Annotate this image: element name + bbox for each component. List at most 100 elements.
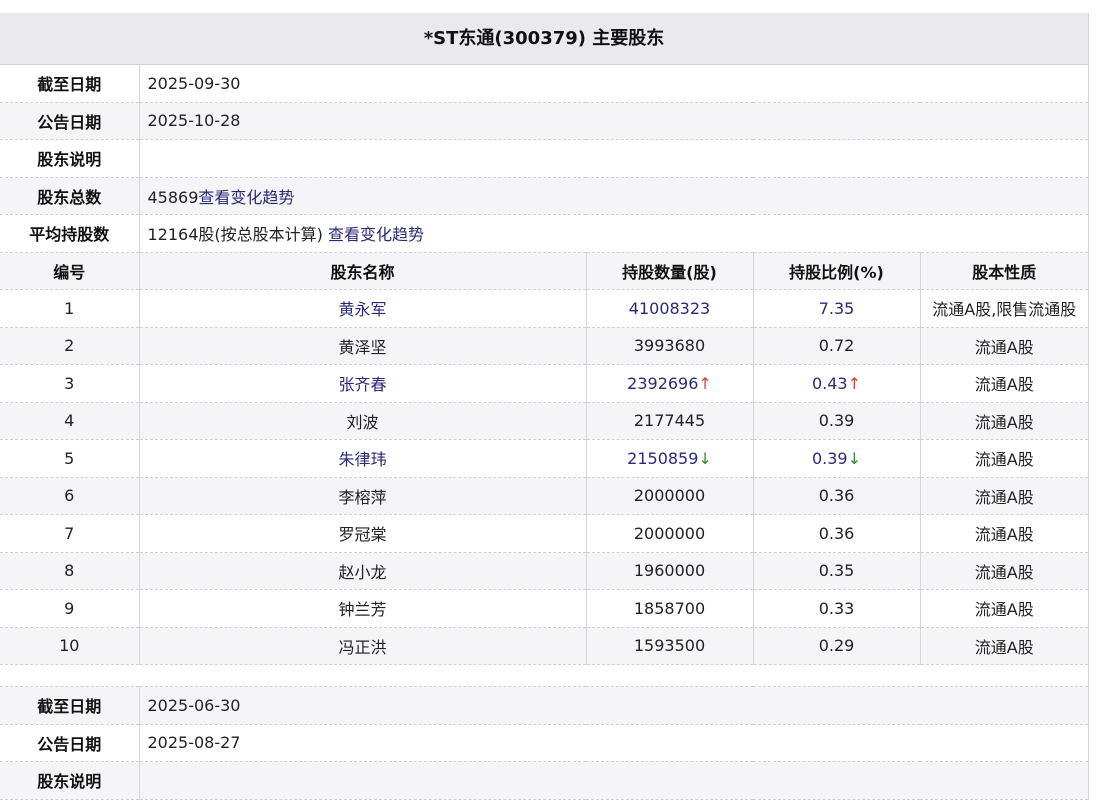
holder-ratio[interactable]: 0.43 [812,374,848,393]
arrow-down-icon: ↓ [698,448,712,468]
holder-type: 流通A股 [974,600,1034,620]
holder-shares: 1960000 [633,561,706,581]
holder-ratio: 0.72 [818,336,855,356]
section-spacer [0,664,1089,687]
arrow-up-icon: ↑ [698,373,712,393]
note-value [139,139,1089,178]
holder-ratio[interactable]: 0.39 [812,449,848,468]
holder-type: 流通A股 [974,487,1034,507]
holder-type: 流通A股 [974,637,1034,657]
header-name: 股东名称 [139,252,587,290]
holder-ratio: 0.35 [818,561,855,581]
end-date-row-2: 截至日期 2025-06-30 [0,686,1089,725]
holder-name: 罗冠棠 [338,525,387,545]
holder-no: 3 [64,373,75,393]
holder-name[interactable]: 张齐春 [338,375,386,394]
total-holders-value: 45869 [147,187,199,207]
holder-shares[interactable]: 2392696 [627,374,698,393]
announce-date-label: 公告日期 [0,724,140,762]
holder-no: 7 [64,523,75,543]
holder-name: 黄泽坚 [338,337,387,357]
end-date-row: 截至日期 2025-09-30 [0,65,1089,103]
holder-ratio: 0.36 [818,523,855,543]
holder-row: 8 赵小龙 1960000 0.35 流通A股 [0,552,1089,590]
end-date-value: 2025-09-30 [139,65,1089,103]
note-label: 股东说明 [0,139,140,178]
total-trend-link[interactable]: 查看变化趋势 [198,188,294,207]
end-date-value: 2025-06-30 [139,686,1089,725]
avg-shares-row: 平均持股数 12164股(按总股本计算) 查看变化趋势 [0,214,1089,253]
announce-date-row: 公告日期 2025-10-28 [0,102,1089,140]
shareholders-table: 截至日期 2025-09-30 公告日期 2025-10-28 股东说明 股东总… [0,65,1089,800]
holder-row: 10 冯正洪 1593500 0.29 流通A股 [0,627,1089,665]
holder-no: 2 [64,336,75,356]
note-row: 股东说明 [0,139,1089,178]
note-label: 股东说明 [0,761,140,800]
holder-ratio: 0.29 [818,636,855,656]
holder-shares: 1593500 [633,636,706,656]
page-title: *ST东通(300379) 主要股东 [0,13,1088,65]
holder-name: 赵小龙 [338,562,387,582]
holder-row: 4 刘波 2177445 0.39 流通A股 [0,402,1089,440]
holder-no: 1 [64,298,75,318]
holder-name: 冯正洪 [338,637,387,657]
holders-header-row: 编号 股东名称 持股数量(股) 持股比例(%) 股本性质 [0,252,1089,290]
holder-row: 5 朱律玮 2150859↓ 0.39↓ 流通A股 [0,439,1089,478]
note-row-2: 股东说明 [0,761,1089,800]
header-shares: 持股数量(股) [586,252,754,290]
holder-no: 5 [64,448,75,468]
holder-row: 7 罗冠棠 2000000 0.36 流通A股 [0,514,1089,553]
holder-shares: 1858700 [633,598,706,618]
holder-row: 1 黄永军 41008323 7.35 流通A股,限售流通股 [0,289,1089,328]
holder-no: 9 [64,598,75,618]
holder-row: 9 钟兰芳 1858700 0.33 流通A股 [0,589,1089,628]
header-ratio: 持股比例(%) [753,252,921,290]
announce-date-value: 2025-08-27 [139,724,1089,762]
holder-name[interactable]: 黄永军 [338,300,386,319]
holder-no: 10 [59,636,80,656]
arrow-up-icon: ↑ [847,373,862,393]
avg-shares-label: 平均持股数 [0,214,140,253]
holder-no: 8 [64,561,75,581]
avg-shares-value: 12164股(按总股本计算) [147,225,328,245]
holder-ratio: 0.33 [818,598,855,618]
announce-date-label: 公告日期 [0,102,140,140]
holder-row: 2 黄泽坚 3993680 0.72 流通A股 [0,327,1089,365]
holder-no: 6 [64,486,75,506]
holder-row: 6 李榕萍 2000000 0.36 流通A股 [0,477,1089,515]
holder-name: 刘波 [346,412,379,432]
total-holders-label: 股东总数 [0,177,140,215]
holder-shares[interactable]: 41008323 [629,299,710,318]
holder-name[interactable]: 朱律玮 [338,450,386,469]
header-type: 股本性质 [920,252,1089,290]
holder-type: 流通A股 [974,375,1034,395]
header-no: 编号 [0,252,140,290]
holder-ratio: 0.39 [818,411,855,431]
shareholders-panel: *ST东通(300379) 主要股东 截至日期 2025-09-30 公告日期 … [0,13,1089,800]
holder-no: 4 [64,411,75,431]
holder-type: 流通A股 [974,525,1034,545]
announce-date-row-2: 公告日期 2025-08-27 [0,724,1089,762]
holder-shares: 2000000 [633,523,706,543]
holder-name: 钟兰芳 [338,600,387,620]
holder-name: 李榕萍 [338,487,387,507]
holder-shares: 3993680 [633,336,706,356]
holder-type: 流通A股 [974,450,1034,470]
total-holders-row: 股东总数 45869查看变化趋势 [0,177,1089,215]
holder-type: 流通A股,限售流通股 [932,300,1077,320]
holder-shares[interactable]: 2150859 [627,449,698,468]
holder-type: 流通A股 [974,412,1034,432]
holder-ratio[interactable]: 7.35 [819,299,855,318]
avg-trend-link[interactable]: 查看变化趋势 [328,225,424,244]
arrow-down-icon: ↓ [847,448,862,468]
holder-shares: 2000000 [633,486,706,506]
holder-shares: 2177445 [633,411,706,431]
holder-row: 3 张齐春 2392696↑ 0.43↑ 流通A股 [0,364,1089,403]
note-value [139,761,1089,800]
end-date-label: 截至日期 [0,65,140,103]
announce-date-value: 2025-10-28 [139,102,1089,140]
holder-type: 流通A股 [974,562,1034,582]
holder-type: 流通A股 [974,337,1034,357]
holder-ratio: 0.36 [818,486,855,506]
end-date-label: 截至日期 [0,686,140,725]
